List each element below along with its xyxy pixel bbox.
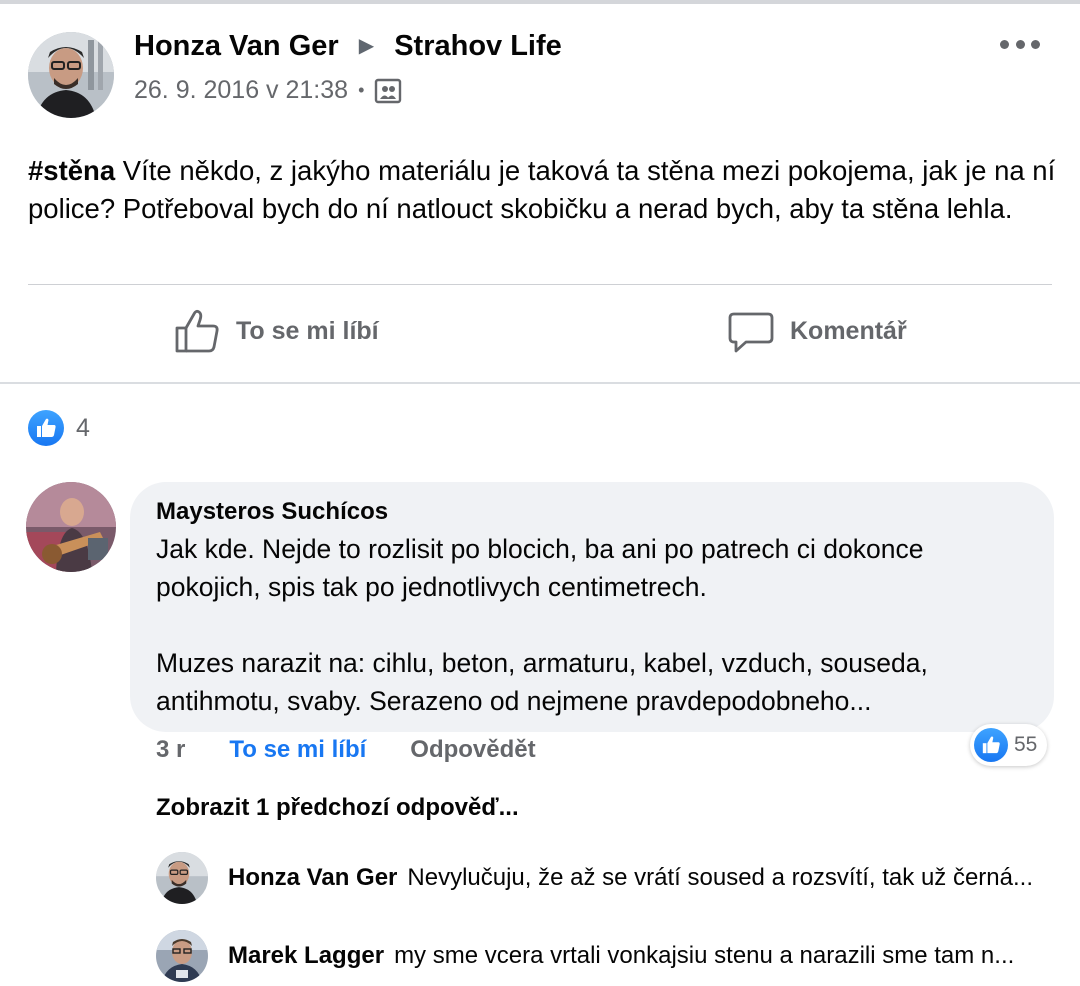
comment-age[interactable]: 3 r bbox=[156, 736, 185, 764]
comment-text: Jak kde. Nejde to rozlisit po blocich, b… bbox=[156, 530, 1028, 720]
post-meta: 26. 9. 2016 v 21:38 • bbox=[134, 76, 402, 105]
post-body: #stěna Víte někdo, z jakýho materiálu je… bbox=[28, 152, 1063, 228]
post-hashtag[interactable]: #stěna bbox=[28, 155, 115, 186]
reply-text: my sme vcera vrtali vonkajsiu stenu a na… bbox=[394, 942, 1015, 969]
reply-text: Nevylučuju, že až se vrátí soused a rozs… bbox=[407, 864, 1033, 891]
post-text: Víte někdo, z jakýho materiálu je taková… bbox=[28, 155, 1056, 224]
section-divider bbox=[0, 382, 1080, 384]
comment-like-button[interactable]: To se mi líbí bbox=[229, 736, 366, 764]
post-author-name[interactable]: Honza Van Ger bbox=[134, 30, 339, 62]
post-reaction-count: 4 bbox=[76, 413, 90, 442]
meta-separator: • bbox=[358, 80, 365, 100]
thumbs-up-icon bbox=[175, 309, 219, 353]
reply-avatar[interactable] bbox=[156, 930, 208, 982]
like-button-label: To se mi líbí bbox=[236, 316, 379, 345]
comment-author[interactable]: Maysteros Suchícos bbox=[156, 498, 1028, 526]
comment-bubble[interactable]: Maysteros Suchícos Jak kde. Nejde to roz… bbox=[130, 482, 1054, 732]
reply-item[interactable]: Honza Van Ger Nevylučuju, že až se vrátí… bbox=[156, 852, 1056, 904]
like-reaction-icon bbox=[974, 728, 1008, 762]
like-reaction-icon bbox=[28, 410, 64, 446]
post-reaction-summary[interactable]: 4 bbox=[28, 410, 90, 446]
divider bbox=[28, 284, 1052, 285]
comment-actions: 3 r To se mi líbí Odpovědět bbox=[156, 736, 536, 764]
comment-reaction-count: 55 bbox=[1014, 733, 1038, 756]
group-icon bbox=[374, 77, 402, 105]
comment-reply-button[interactable]: Odpovědět bbox=[410, 736, 535, 764]
comment-reaction-badge[interactable]: 55 bbox=[970, 724, 1048, 766]
like-button[interactable]: To se mi líbí bbox=[174, 308, 379, 354]
group-name[interactable]: Strahov Life bbox=[394, 30, 562, 62]
commenter-avatar[interactable] bbox=[26, 482, 116, 572]
author-avatar[interactable] bbox=[28, 32, 114, 118]
reply-item[interactable]: Marek Lagger my sme vcera vrtali vonkajs… bbox=[156, 930, 1056, 982]
facebook-post-view: Honza Van Ger ▶ Strahov Life 26. 9. 2016… bbox=[0, 0, 1080, 986]
reply-author[interactable]: Honza Van Ger bbox=[228, 864, 397, 892]
post-author-line: Honza Van Ger ▶ Strahov Life bbox=[134, 30, 562, 63]
show-previous-replies-link[interactable]: Zobrazit 1 předchozí odpověď... bbox=[156, 794, 519, 822]
post-action-bar: To se mi líbí Komentář bbox=[0, 300, 1080, 370]
comment-paragraph: Jak kde. Nejde to rozlisit po blocich, b… bbox=[156, 534, 924, 602]
post-timestamp[interactable]: 26. 9. 2016 v 21:38 bbox=[134, 76, 348, 105]
shared-to-arrow-icon: ▶ bbox=[358, 35, 375, 57]
comment-icon bbox=[728, 312, 774, 353]
top-border bbox=[0, 0, 1080, 4]
comment-button[interactable]: Komentář bbox=[728, 308, 907, 354]
comment-button-label: Komentář bbox=[790, 316, 907, 345]
more-options-icon[interactable] bbox=[1000, 34, 1040, 54]
reply-avatar[interactable] bbox=[156, 852, 208, 904]
reply-author[interactable]: Marek Lagger bbox=[228, 942, 384, 970]
comment-paragraph: Muzes narazit na: cihlu, beton, armaturu… bbox=[156, 648, 928, 716]
